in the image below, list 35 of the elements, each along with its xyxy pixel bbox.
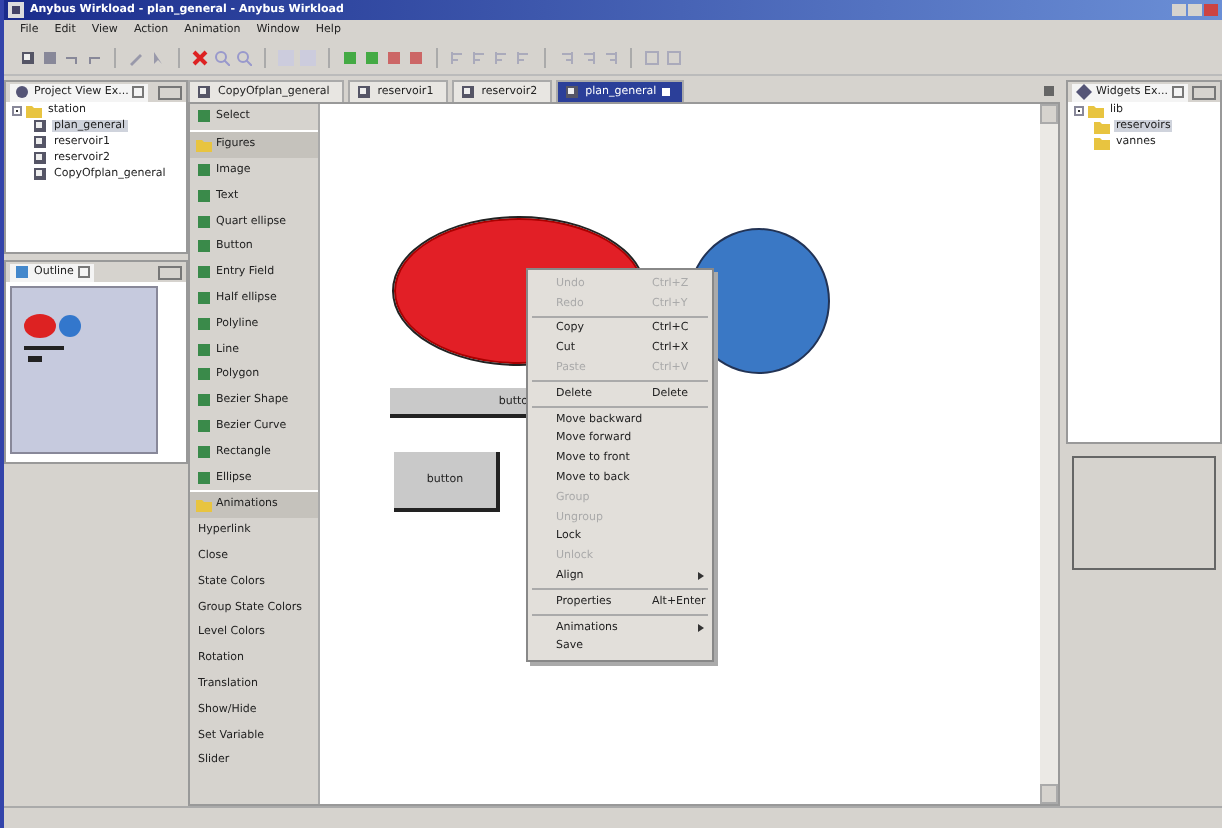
new-file-icon[interactable] xyxy=(20,49,36,65)
zoom-in-icon[interactable] xyxy=(214,49,230,65)
outline-icon xyxy=(14,264,30,280)
align-icon[interactable] xyxy=(494,49,510,65)
save-icon[interactable] xyxy=(42,49,58,65)
zoom-out-icon[interactable] xyxy=(236,49,252,65)
tool-icon xyxy=(196,108,212,125)
scrollbar[interactable] xyxy=(1040,104,1058,804)
preview-box xyxy=(1072,456,1216,570)
close-icon[interactable] xyxy=(77,266,90,278)
view-icon xyxy=(14,84,30,100)
align-icon[interactable] xyxy=(580,49,596,65)
align-icon[interactable] xyxy=(450,49,466,65)
submenu-arrow-icon xyxy=(698,623,704,632)
align-icon[interactable] xyxy=(516,49,532,65)
close-button[interactable] xyxy=(1204,4,1218,16)
close-icon[interactable] xyxy=(1171,86,1184,98)
align-icon[interactable] xyxy=(472,49,488,65)
page-icon xyxy=(459,83,476,99)
folder-icon xyxy=(196,136,212,153)
folder-icon xyxy=(196,496,212,513)
pencil-icon[interactable] xyxy=(128,49,144,65)
delete-icon[interactable] xyxy=(192,49,208,65)
expand-toggle[interactable] xyxy=(1074,105,1084,115)
page-icon xyxy=(355,83,372,99)
page-icon xyxy=(196,83,212,99)
submenu-arrow-icon xyxy=(698,572,704,581)
align-icon[interactable] xyxy=(602,49,618,65)
close-icon[interactable] xyxy=(132,86,145,98)
close-icon[interactable] xyxy=(662,87,671,95)
app-icon xyxy=(8,2,24,18)
page-icon xyxy=(563,83,580,99)
cursor-icon[interactable] xyxy=(150,49,166,65)
align-icon[interactable] xyxy=(558,49,574,65)
expand-toggle[interactable] xyxy=(12,105,22,115)
